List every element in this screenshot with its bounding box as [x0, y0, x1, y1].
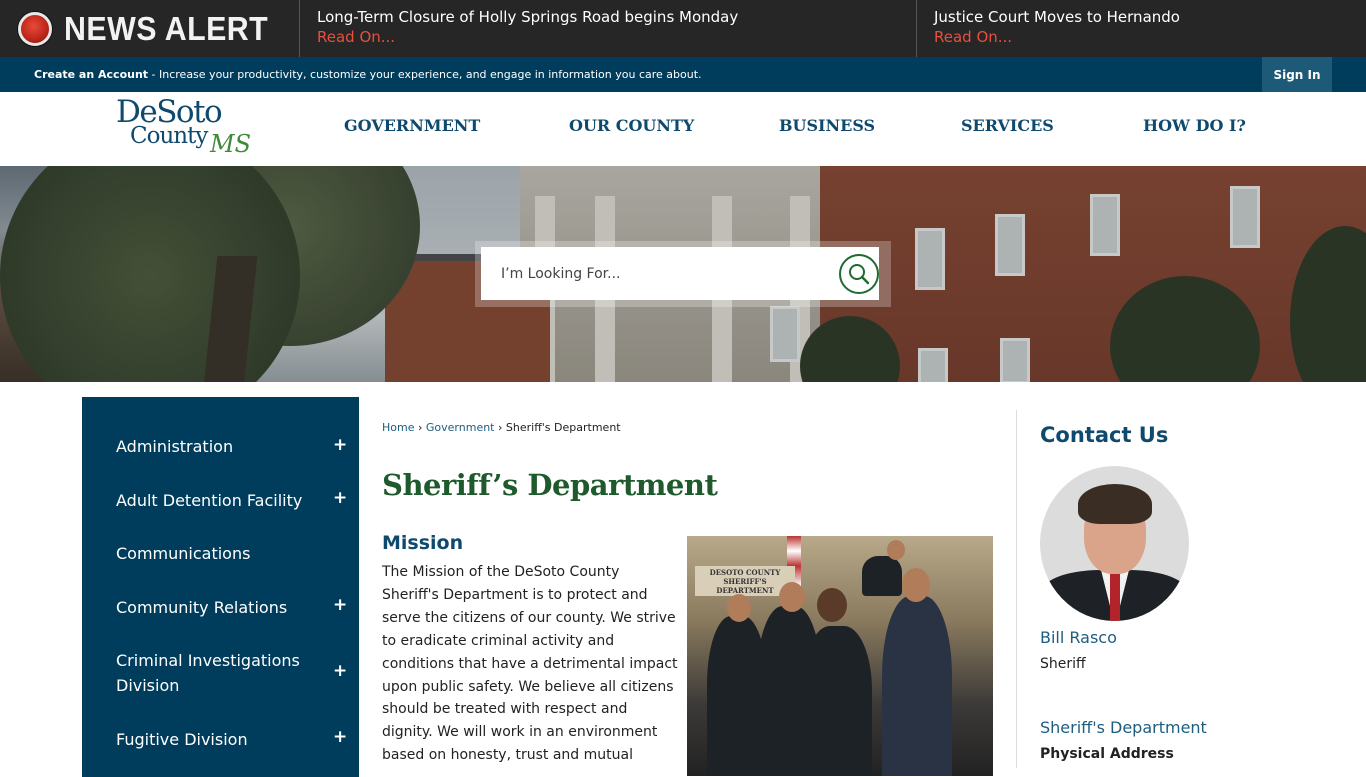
photo-figure [862, 556, 902, 596]
news-alert-bar: NEWS ALERT Long-Term Closure of Holly Sp… [0, 0, 1366, 57]
avatar-hair [1078, 484, 1152, 524]
sidebar-item-community-relations[interactable]: Community Relations [116, 595, 346, 620]
news-alert-title: NEWS ALERT [64, 9, 269, 47]
photo-head [727, 594, 751, 622]
expand-plus-icon[interactable]: + [333, 727, 347, 747]
search-icon [849, 264, 870, 285]
breadcrumb-current: Sheriff's Department [505, 421, 621, 434]
alert-read-on-link[interactable]: Read On... [317, 27, 916, 47]
photo-head [887, 540, 905, 560]
breadcrumb-government[interactable]: Government [426, 421, 495, 434]
account-bar: Create an Account - Increase your produc… [0, 57, 1366, 92]
mission-text: The Mission of the DeSoto County Sheriff… [382, 564, 678, 764]
sidebar-item-communications[interactable]: Communications [116, 541, 346, 566]
nav-government[interactable]: GOVERNMENT [344, 116, 480, 135]
contact-name-link[interactable]: Bill Rasco [1040, 628, 1117, 647]
breadcrumb-separator: › [494, 421, 506, 434]
sidebar-item-fugitive-division[interactable]: Fugitive Division [116, 727, 346, 752]
expand-plus-icon[interactable]: + [333, 488, 347, 508]
alert-headline[interactable]: Long-Term Closure of Holly Springs Road … [317, 8, 916, 27]
search-input[interactable] [501, 247, 831, 300]
column-divider [1016, 410, 1017, 768]
contact-us-heading: Contact Us [1040, 423, 1169, 447]
photo-figure [802, 626, 872, 776]
main-nav: GOVERNMENT OUR COUNTY BUSINESS SERVICES … [0, 116, 1366, 140]
nav-how-do-i[interactable]: HOW DO I? [1143, 116, 1246, 135]
breadcrumb-home[interactable]: Home [382, 421, 414, 434]
breadcrumb-separator: › [414, 421, 426, 434]
alert-read-on-link[interactable]: Read On... [934, 27, 1366, 47]
nav-services[interactable]: SERVICES [961, 116, 1054, 135]
sidebar-item-administration[interactable]: Administration [116, 434, 346, 459]
physical-address-label: Physical Address [1040, 746, 1174, 762]
news-alert-label: NEWS ALERT [0, 0, 300, 57]
contact-department: Sheriff's Department [1040, 718, 1207, 737]
expand-plus-icon[interactable]: + [333, 661, 347, 681]
search-box [481, 247, 879, 300]
breadcrumb: Home › Government › Sheriff's Department [382, 421, 621, 434]
alert-light-icon [18, 11, 52, 46]
expand-plus-icon[interactable]: + [333, 595, 347, 615]
sheriff-ceremony-photo: DESOTO COUNTY SHERIFF'S DEPARTMENT [687, 536, 993, 776]
photo-head [779, 582, 805, 612]
page-title: Sheriff’s Department [382, 468, 718, 502]
photo-head [902, 568, 930, 602]
alert-headline[interactable]: Justice Court Moves to Hernando [934, 8, 1366, 27]
account-message: Create an Account - Increase your produc… [34, 68, 702, 81]
contact-role: Sheriff [1040, 656, 1086, 672]
sheriff-avatar [1040, 466, 1189, 621]
search-button[interactable] [839, 254, 879, 294]
alert-item-1[interactable]: Long-Term Closure of Holly Springs Road … [300, 0, 917, 57]
sidebar-nav: Administration + Adult Detention Facilit… [82, 397, 359, 777]
alert-item-2[interactable]: Justice Court Moves to Hernando Read On.… [917, 0, 1366, 57]
account-tagline: - Increase your productivity, customize … [148, 68, 702, 81]
avatar-tie [1110, 572, 1120, 621]
search-widget [475, 241, 891, 307]
sidebar-item-adult-detention[interactable]: Adult Detention Facility [116, 488, 346, 513]
photo-head [817, 588, 847, 622]
mission-heading: Mission [382, 532, 464, 554]
photo-figure [882, 596, 952, 776]
create-account-link[interactable]: Create an Account [34, 68, 148, 81]
nav-business[interactable]: BUSINESS [779, 116, 875, 135]
site-header: DeSoto County MS GOVERNMENT OUR COUNTY B… [0, 92, 1366, 166]
nav-our-county[interactable]: OUR COUNTY [569, 116, 694, 135]
expand-plus-icon[interactable]: + [333, 435, 347, 455]
sign-in-button[interactable]: Sign In [1262, 57, 1332, 92]
sidebar-item-criminal-investigations[interactable]: Criminal Investigations Division [116, 648, 316, 698]
